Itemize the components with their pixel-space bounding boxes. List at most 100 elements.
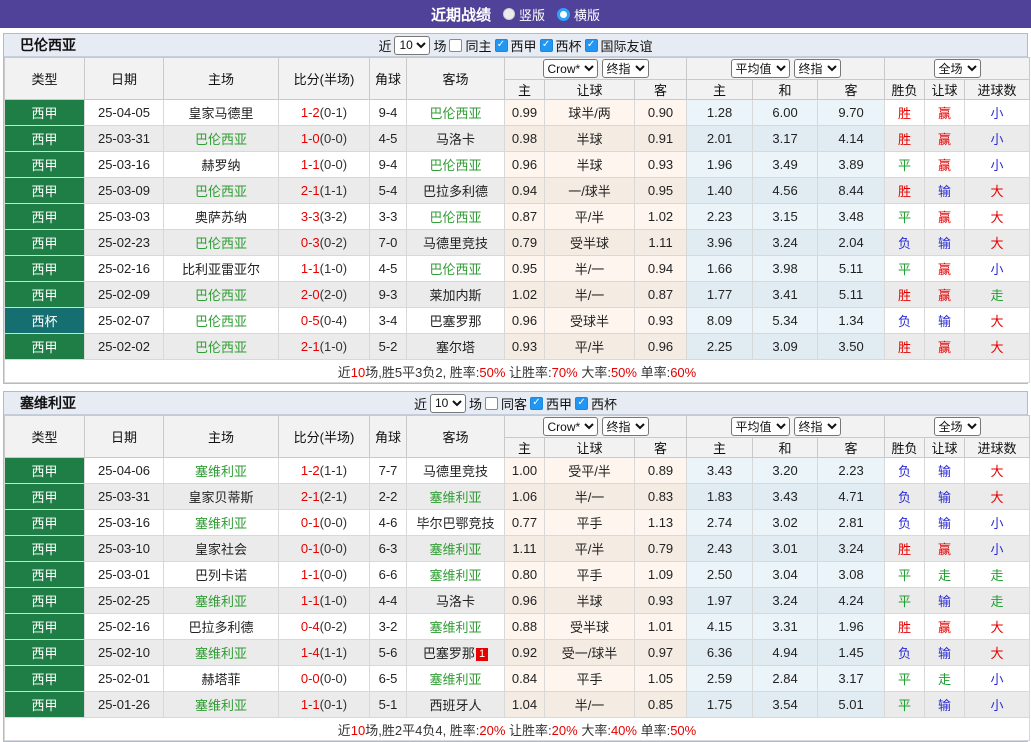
result-goals-cell: 大 (965, 178, 1030, 204)
corner-score: 4-6 (370, 510, 407, 536)
match-date: 25-02-25 (85, 588, 164, 614)
crown-home-odds: 1.11 (505, 536, 545, 562)
result-handicap-cell: 赢 (925, 100, 965, 126)
fullmatch-select[interactable]: 全场 (934, 417, 981, 436)
away-team-cell: 西班牙人 (407, 692, 505, 718)
horizontal-radio-label[interactable]: 横版 (574, 5, 600, 24)
corner-score: 5-2 (370, 334, 407, 360)
filter-checkbox-2[interactable]: ✓ (575, 397, 588, 410)
crown-odds-select[interactable]: Crow* (543, 59, 598, 78)
match-type: 西杯 (5, 308, 85, 334)
filter-checkbox-label-0[interactable]: 同主 (465, 36, 491, 55)
match-date: 25-02-16 (85, 256, 164, 282)
filter-checkbox-label-1[interactable]: 西甲 (546, 394, 572, 413)
summary-text: 近10场,胜2平4负4, 胜率:20% 让胜率:20% 大率:40% 单率:50… (5, 718, 1030, 741)
home-team-cell: 塞维利亚 (164, 510, 279, 536)
away-team: 马德里竞技 (423, 464, 488, 479)
page-title: 近期战绩 (431, 4, 491, 25)
result-handicap: 走 (938, 568, 951, 583)
horizontal-radio-icon[interactable] (557, 8, 570, 21)
result-goals: 小 (991, 542, 1004, 557)
result-goals-cell: 走 (965, 562, 1030, 588)
layout-option-horizontal[interactable]: 横版 (557, 5, 600, 24)
layout-option-vertical[interactable]: 竖版 (503, 5, 545, 24)
result-handicap-cell: 输 (925, 230, 965, 256)
crown-away-odds: 1.13 (635, 510, 687, 536)
crown-away-odds: 0.83 (635, 484, 687, 510)
filter-checkbox-0[interactable] (485, 397, 498, 410)
result-goals: 大 (991, 340, 1004, 355)
away-team-cell: 马德里竞技 (407, 458, 505, 484)
filter-checkbox-2[interactable]: ✓ (540, 39, 553, 52)
halftime-score: (0-4) (320, 313, 347, 328)
sub-column-header-7: 让球 (925, 438, 965, 458)
filter-checkbox-1[interactable]: ✓ (530, 397, 543, 410)
vertical-radio-label[interactable]: 竖版 (519, 5, 545, 24)
match-date: 25-02-07 (85, 308, 164, 334)
result-handicap-cell: 输 (925, 308, 965, 334)
final-odds-select-2[interactable]: 终指 (794, 417, 841, 436)
score-cell: 2-1(1-1) (279, 178, 370, 204)
match-type: 西甲 (5, 588, 85, 614)
result-goals: 大 (991, 314, 1004, 329)
crown-away-odds: 0.94 (635, 256, 687, 282)
match-date: 25-02-01 (85, 666, 164, 692)
filter-checkbox-3[interactable]: ✓ (585, 39, 598, 52)
filter-checkbox-label-2[interactable]: 西杯 (591, 394, 617, 413)
vertical-radio-icon[interactable] (503, 8, 515, 20)
result-handicap-cell: 赢 (925, 334, 965, 360)
match-type: 西甲 (5, 334, 85, 360)
filter-checkbox-1[interactable]: ✓ (495, 39, 508, 52)
crown-home-odds: 0.98 (505, 126, 545, 152)
filter-checkbox-0[interactable] (449, 39, 462, 52)
average-odds-select[interactable]: 平均值 (731, 417, 790, 436)
result-goals: 小 (991, 516, 1004, 531)
corner-score: 4-5 (370, 126, 407, 152)
fulltime-score: 1-0 (301, 131, 320, 146)
summary-stat-label: 近 (338, 365, 351, 380)
score-cell: 1-1(0-0) (279, 152, 370, 178)
corner-score: 9-4 (370, 152, 407, 178)
result-handicap: 赢 (938, 132, 951, 147)
filter-checkbox-label-2[interactable]: 西杯 (556, 36, 582, 55)
fulltime-score: 0-4 (301, 619, 320, 634)
filter-checkbox-label-0[interactable]: 同客 (501, 394, 527, 413)
sub-column-header-1: 让球 (545, 438, 635, 458)
filter-checkbox-label-1[interactable]: 西甲 (511, 36, 537, 55)
halftime-score: (0-2) (320, 235, 347, 250)
avg-away-odds: 3.17 (818, 666, 885, 692)
result-outcome: 胜 (898, 288, 911, 303)
final-odds-select[interactable]: 终指 (602, 417, 649, 436)
crown-home-odds: 1.02 (505, 282, 545, 308)
filter-checkbox-label-3[interactable]: 国际友谊 (601, 36, 653, 55)
score-cell: 0-1(0-0) (279, 536, 370, 562)
final-odds-select[interactable]: 终指 (602, 59, 649, 78)
corner-score: 7-0 (370, 230, 407, 256)
match-count-select[interactable]: 10 (394, 36, 430, 55)
match-row: 西甲25-04-05皇家马德里1-2(0-1)9-4巴伦西亚0.99球半/两0.… (5, 100, 1030, 126)
away-team-cell: 巴塞罗那 (407, 308, 505, 334)
home-team-cell: 巴伦西亚 (164, 178, 279, 204)
crown-home-odds: 0.96 (505, 308, 545, 334)
away-team-cell: 马洛卡 (407, 588, 505, 614)
away-team: 巴塞罗那 (429, 314, 481, 329)
average-odds-select[interactable]: 平均值 (731, 59, 790, 78)
crown-home-odds: 0.80 (505, 562, 545, 588)
result-outcome: 负 (898, 490, 911, 505)
avg-home-odds: 4.15 (687, 614, 753, 640)
crown-odds-select[interactable]: Crow* (543, 417, 598, 436)
fullmatch-select[interactable]: 全场 (934, 59, 981, 78)
score-cell: 1-1(1-0) (279, 256, 370, 282)
avg-home-odds: 1.40 (687, 178, 753, 204)
result-outcome: 平 (898, 594, 911, 609)
match-count-select[interactable]: 10 (430, 394, 466, 413)
result-outcome-cell: 负 (885, 230, 925, 256)
match-row: 西甲25-02-23巴伦西亚0-3(0-2)7-0马德里竞技0.79受半球1.1… (5, 230, 1030, 256)
away-team-cell: 塞维利亚 (407, 614, 505, 640)
summary-row: 近10场,胜5平3负2, 胜率:50% 让胜率:70% 大率:50% 单率:60… (5, 360, 1030, 383)
result-handicap: 输 (938, 184, 951, 199)
final-odds-select-2[interactable]: 终指 (794, 59, 841, 78)
result-outcome-cell: 负 (885, 510, 925, 536)
away-team: 塞维利亚 (429, 620, 481, 635)
away-team-cell: 毕尔巴鄂竞技 (407, 510, 505, 536)
